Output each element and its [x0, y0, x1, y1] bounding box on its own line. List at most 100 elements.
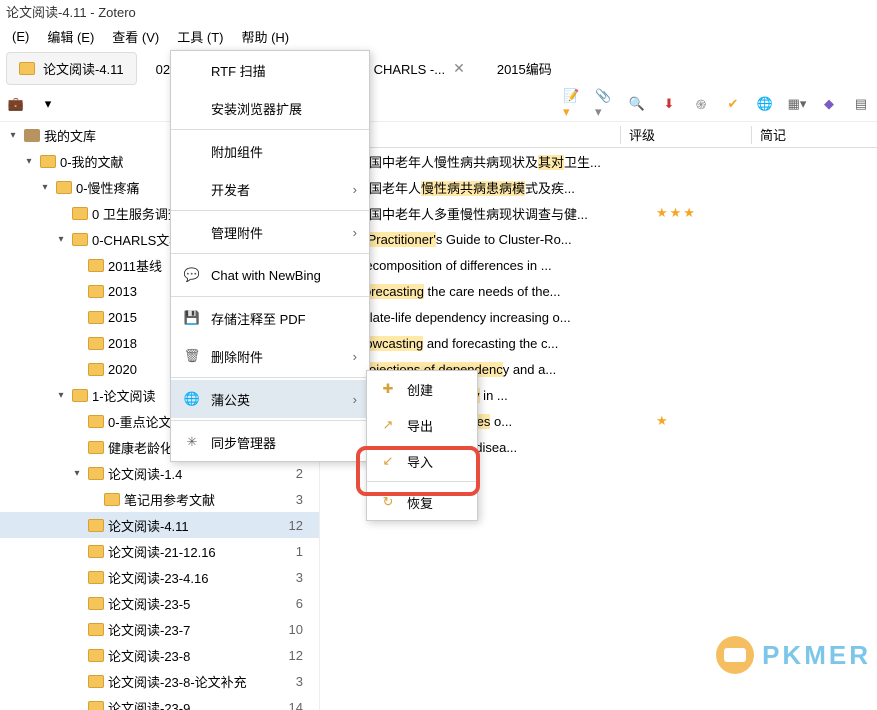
menu-item[interactable]: 管理附件›: [171, 213, 369, 251]
tree-row[interactable]: 论文阅读-21-12.161: [0, 538, 319, 564]
menu-tools[interactable]: 工具 (T): [169, 24, 231, 49]
tab-label: 论文阅读-4.11: [43, 59, 124, 78]
pdf-icon[interactable]: ⬇: [659, 94, 679, 114]
item-count: 2: [296, 466, 313, 481]
rating-stars[interactable]: ★: [648, 413, 670, 429]
menu-label: 安装浏览器扩展: [211, 99, 302, 118]
item-title: Decomposition of differences in ...: [356, 258, 642, 273]
briefcase-icon[interactable]: 💼: [6, 94, 26, 114]
globe-icon[interactable]: 🌐: [755, 94, 775, 114]
attach-icon[interactable]: 📎▾: [595, 94, 615, 114]
tree-row[interactable]: 论文阅读-23-914: [0, 694, 319, 710]
check-icon[interactable]: ✔: [723, 94, 743, 114]
folder-icon: [72, 233, 88, 246]
tree-row[interactable]: 笔记用参考文献 3: [0, 486, 319, 512]
chevron-down-icon[interactable]: ▾: [38, 94, 58, 114]
list-item[interactable]: 中国中老年人多重慢性病现状调查与健... ★★★: [320, 200, 877, 226]
tree-row[interactable]: 论文阅读-23-8-论文补充3: [0, 668, 319, 694]
header-rating[interactable]: 评级: [621, 125, 751, 144]
submenu-item[interactable]: ↙导入: [367, 443, 477, 479]
tree-label: 笔记用参考文献: [124, 490, 292, 509]
tab-3[interactable]: 2015编码: [484, 52, 565, 85]
book-icon[interactable]: ▦▾: [787, 94, 807, 114]
watermark-logo-icon: [716, 636, 754, 674]
expand-icon[interactable]: ▾: [70, 468, 84, 479]
spiral-icon[interactable]: ֍: [691, 94, 711, 114]
tree-label: 论文阅读-23-4.16: [108, 568, 292, 587]
expand-icon[interactable]: ▾: [38, 182, 52, 193]
list-item[interactable]: Forecasting the care needs of the...: [320, 278, 877, 304]
tree-row[interactable]: 论文阅读-4.1112: [0, 512, 319, 538]
close-icon[interactable]: ✕: [453, 60, 465, 77]
submenu-icon: ↻: [379, 494, 397, 510]
folder-icon: [88, 571, 104, 584]
submenu-item[interactable]: ↗ 导出: [367, 407, 477, 443]
folder-icon: [88, 519, 104, 532]
item-title: 我国中老年人慢性病共病现状及其对卫生...: [356, 152, 642, 171]
menu-item[interactable]: RTF 扫描: [171, 51, 369, 89]
folder-icon: [72, 207, 88, 220]
expand-icon[interactable]: ▾: [54, 390, 68, 401]
menu-item[interactable]: 开发者›: [171, 170, 369, 208]
columns-icon[interactable]: ▤: [851, 94, 871, 114]
tree-row[interactable]: 论文阅读-23-812: [0, 642, 319, 668]
search-icon[interactable]: 🔍: [627, 94, 647, 114]
list-item[interactable]: Decomposition of differences in ...: [320, 252, 877, 278]
menu-edit[interactable]: 编辑 (E): [39, 24, 102, 49]
menu-item[interactable]: 🗑删除附件›: [171, 337, 369, 375]
folder-icon: [88, 259, 104, 272]
watermark: PKMER: [716, 636, 871, 674]
menu-item[interactable]: 💬Chat with NewBing: [171, 256, 369, 294]
menu-label: 附加组件: [211, 142, 263, 161]
submenu-item[interactable]: ✚创建: [367, 371, 477, 407]
menu-item[interactable]: 附加组件: [171, 132, 369, 170]
menu-view[interactable]: 查看 (V): [104, 24, 167, 49]
menu-label: 管理附件: [211, 223, 263, 242]
menu-item[interactable]: 安装浏览器扩展: [171, 89, 369, 127]
menu-label: 同步管理器: [211, 433, 276, 452]
note-icon[interactable]: 📝▾: [563, 94, 583, 114]
list-item[interactable]: 中国老年人慢性病共病患病模式及疾...: [320, 174, 877, 200]
rating-stars[interactable]: ★★★: [648, 205, 697, 221]
list-item[interactable]: Nowcasting and forecasting the c...: [320, 330, 877, 356]
menu-item[interactable]: ✳同步管理器: [171, 423, 369, 461]
expand-icon[interactable]: ▾: [54, 234, 68, 245]
submenu-label: 导出: [407, 416, 433, 435]
tree-row[interactable]: 论文阅读-23-4.163: [0, 564, 319, 590]
library-icon: [24, 129, 40, 142]
tools-dropdown: RTF 扫描安装浏览器扩展附加组件开发者›管理附件›💬Chat with New…: [170, 50, 370, 462]
submenu-icon: ✚: [379, 381, 397, 397]
list-item[interactable]: Is late-life dependency increasing o...: [320, 304, 877, 330]
folder-icon: [88, 467, 104, 480]
menu-item[interactable]: 🌐蒲公英›: [171, 380, 369, 418]
folder-icon: [88, 623, 104, 636]
folder-icon: [104, 493, 120, 506]
tab-current[interactable]: 论文阅读-4.11: [6, 52, 137, 85]
submenu-item[interactable]: ↻恢复: [367, 484, 477, 520]
tree-row[interactable]: 论文阅读-23-710: [0, 616, 319, 642]
tree-label: 论文阅读-23-7: [108, 620, 285, 639]
item-title: 中国中老年人多重慢性病现状调查与健...: [356, 204, 642, 223]
tree-row[interactable]: ▾论文阅读-1.42: [0, 460, 319, 486]
gem-icon[interactable]: ◆: [819, 94, 839, 114]
submenu-icon: ↗: [379, 417, 397, 433]
tree-label: 论文阅读-4.11: [108, 516, 285, 535]
header-note[interactable]: 简记: [752, 125, 877, 144]
item-title: A Practitioner's Guide to Cluster-Ro...: [356, 232, 642, 247]
menu-label: 存储注释至 PDF: [211, 309, 306, 328]
item-count: 3: [296, 492, 313, 507]
list-item[interactable]: 我国中老年人慢性病共病现状及其对卫生...: [320, 148, 877, 174]
expand-icon[interactable]: ▾: [6, 130, 20, 141]
menu-help[interactable]: 帮助 (H): [233, 24, 297, 49]
folder-icon: [88, 597, 104, 610]
chevron-right-icon: ›: [353, 392, 357, 407]
tree-row[interactable]: 论文阅读-23-56: [0, 590, 319, 616]
folder-icon: [88, 337, 104, 350]
list-item[interactable]: A Practitioner's Guide to Cluster-Ro...: [320, 226, 877, 252]
tabbar: 论文阅读-4.11 020用户手册 ✕ 2015用户手册 - CHARLS -.…: [0, 50, 877, 86]
menu-file[interactable]: (E): [4, 26, 37, 47]
tree-label: 论文阅读-23-8-论文补充: [108, 672, 292, 691]
menu-item[interactable]: 💾存储注释至 PDF: [171, 299, 369, 337]
item-count: 12: [289, 648, 313, 663]
expand-icon[interactable]: ▾: [22, 156, 36, 167]
